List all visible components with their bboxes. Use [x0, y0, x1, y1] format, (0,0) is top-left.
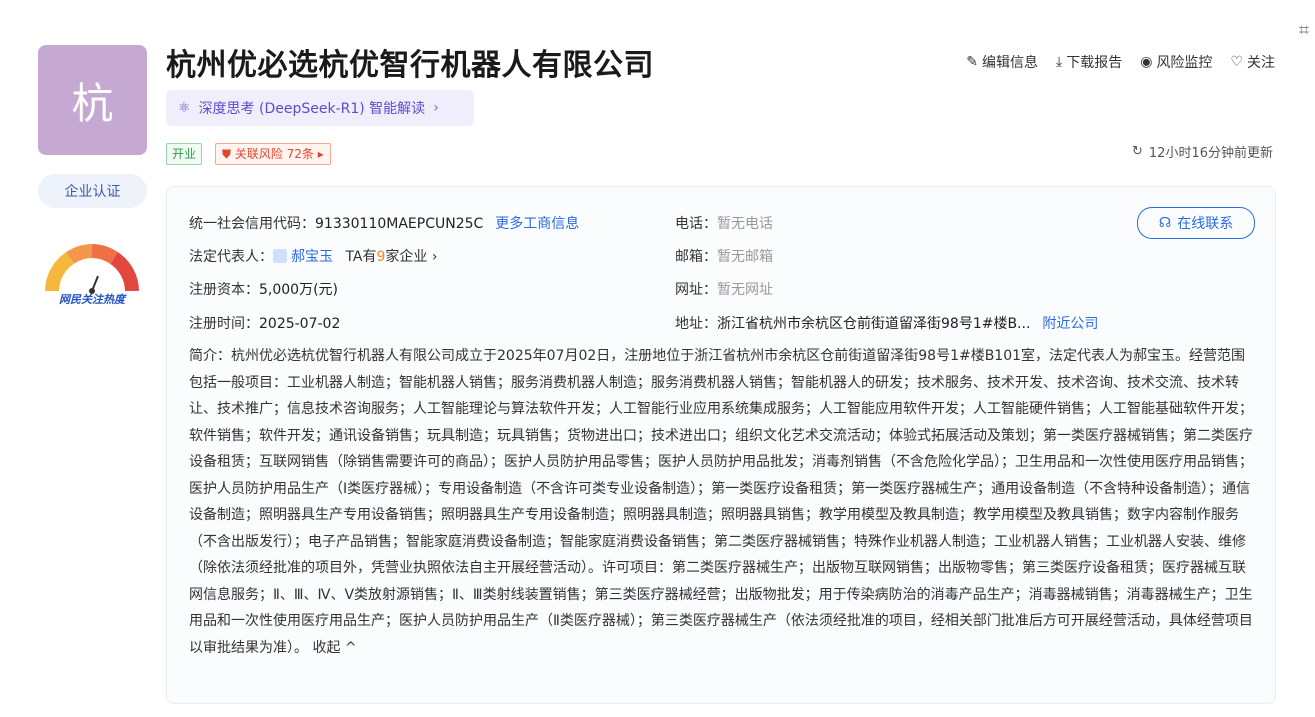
- risk-monitor-button[interactable]: ◉ 风险监控: [1140, 52, 1212, 72]
- qr-icon[interactable]: ⌗: [1299, 20, 1309, 41]
- caret-right-icon: ▸: [317, 147, 324, 161]
- credit-value: 91330110MAEPCUN25C: [315, 216, 484, 232]
- email-value: 暂无邮箱: [717, 249, 773, 265]
- legal-extra-prefix: TA有: [345, 249, 377, 265]
- regdate-value: 2025-07-02: [259, 316, 341, 332]
- legal-row: 法定代表人： 郝宝玉 TA有9家企业 ›: [189, 246, 437, 266]
- header-actions: ✎ 编辑信息 ⤓ 下载报告 ◉ 风险监控 ♡ 关注: [966, 52, 1275, 72]
- ai-icon: ⚛: [178, 100, 191, 116]
- nearby-companies-link[interactable]: 附近公司: [1042, 316, 1098, 332]
- risk-shield-icon: ⛊: [222, 147, 232, 161]
- website-value: 暂无网址: [717, 282, 773, 298]
- legal-label: 法定代表人：: [189, 249, 273, 265]
- phone-value: 暂无电话: [717, 216, 773, 232]
- online-contact-label: 在线联系: [1177, 216, 1234, 232]
- download-report-button[interactable]: ⤓ 下载报告: [1056, 52, 1122, 72]
- update-text: 12小时16分钟前更新: [1148, 146, 1273, 161]
- follow-label: 关注: [1247, 55, 1275, 71]
- ai-label: 深度思考 (DeepSeek-R1) 智能解读: [198, 101, 426, 117]
- capital-row: 注册资本：5,000万(元): [189, 279, 338, 299]
- phone-label: 电话：: [675, 216, 717, 232]
- regdate-row: 注册时间：2025-07-02: [189, 313, 340, 333]
- company-name: 杭州优必选杭优智行机器人有限公司: [166, 48, 654, 83]
- address-row: 地址：浙江省杭州市余杭区仓前街道留泽街98号1#楼B... 附近公司: [675, 313, 1098, 333]
- headset-icon: ☊: [1158, 215, 1172, 231]
- email-label: 邮箱：: [675, 249, 717, 265]
- info-card: 统一社会信用代码：91330110MAEPCUN25C 更多工商信息 法定代表人：…: [166, 186, 1276, 704]
- capital-value: 5,000万(元): [259, 282, 339, 298]
- regdate-label: 注册时间：: [189, 316, 259, 332]
- chevron-right-icon: ›: [433, 100, 439, 116]
- update-info: ↻ 12小时16分钟前更新: [1132, 142, 1273, 161]
- legal-extra-suffix: 家企业 ›: [385, 249, 438, 265]
- credit-row: 统一社会信用代码：91330110MAEPCUN25C 更多工商信息: [189, 213, 579, 233]
- edit-info-button[interactable]: ✎ 编辑信息: [966, 52, 1038, 72]
- phone-row: 电话：暂无电话: [675, 213, 773, 233]
- email-row: 邮箱：暂无邮箱: [675, 246, 773, 266]
- eye-icon: ◉: [1140, 54, 1153, 70]
- legal-rep-link[interactable]: 郝宝玉: [291, 249, 333, 265]
- edit-label: 编辑信息: [982, 55, 1039, 71]
- address-label: 地址：: [675, 316, 717, 332]
- online-contact-button[interactable]: ☊ 在线联系: [1137, 207, 1255, 239]
- address-value: 浙江省杭州市余杭区仓前街道留泽街98号1#楼B...: [717, 316, 1031, 332]
- refresh-icon[interactable]: ↻: [1132, 144, 1143, 159]
- follow-button[interactable]: ♡ 关注: [1230, 52, 1275, 72]
- website-label: 网址：: [675, 282, 717, 298]
- logo-char: 杭: [71, 78, 114, 128]
- website-row: 网址：暂无网址: [675, 279, 773, 299]
- risk-badge[interactable]: ⛊ 关联风险 72条 ▸: [215, 143, 331, 165]
- company-logo: 杭: [38, 45, 147, 155]
- download-label: 下载报告: [1066, 55, 1123, 71]
- credit-label: 统一社会信用代码：: [189, 216, 315, 232]
- avatar: [273, 249, 287, 263]
- download-icon: ⤓: [1056, 54, 1063, 70]
- collapse-button[interactable]: 收起 ^: [312, 640, 356, 656]
- company-summary: 简介：杭州优必选杭优智行机器人有限公司成立于2025年07月02日，注册地位于浙…: [189, 343, 1255, 661]
- ai-interpret-button[interactable]: ⚛ 深度思考 (DeepSeek-R1) 智能解读 ›: [166, 90, 474, 126]
- risk-label: 关联风险 72条: [234, 147, 314, 161]
- heat-label: 网民关注热度: [59, 293, 125, 306]
- legal-extra-link[interactable]: TA有9家企业 ›: [345, 249, 437, 265]
- heart-icon: ♡: [1230, 54, 1243, 70]
- monitor-label: 风险监控: [1156, 55, 1213, 71]
- pencil-icon: ✎: [966, 54, 979, 70]
- status-badge: 开业: [166, 143, 203, 165]
- capital-label: 注册资本：: [189, 282, 259, 298]
- enterprise-cert-badge[interactable]: 企业认证: [38, 174, 147, 208]
- more-info-link[interactable]: 更多工商信息: [495, 216, 579, 232]
- summary-text: 简介：杭州优必选杭优智行机器人有限公司成立于2025年07月02日，注册地位于浙…: [189, 348, 1253, 656]
